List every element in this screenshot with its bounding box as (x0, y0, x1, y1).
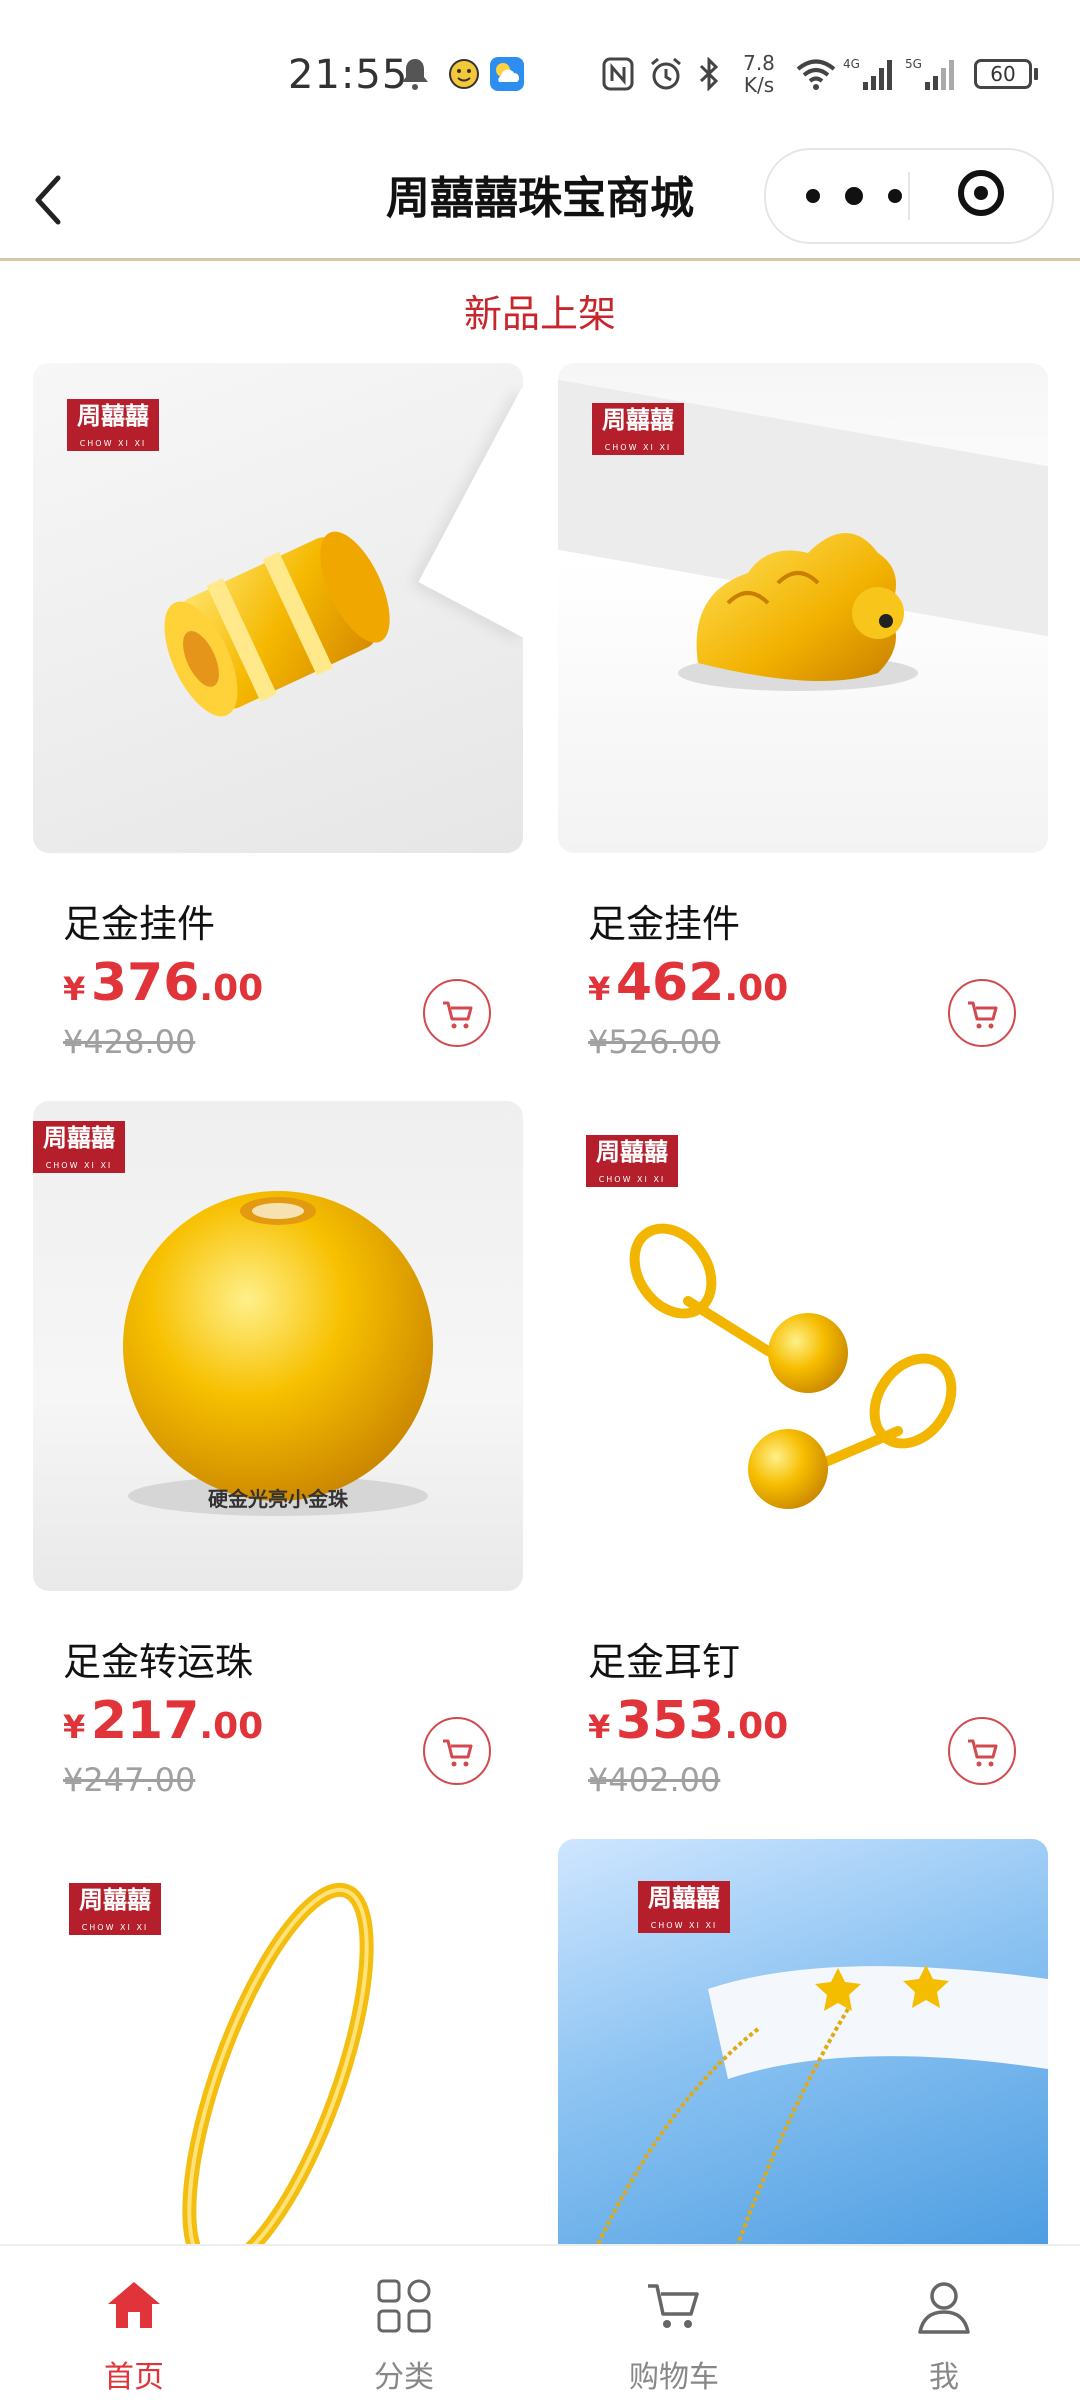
product-name: 足金挂件 (588, 902, 741, 946)
add-to-cart-button[interactable] (423, 1717, 491, 1785)
cart-icon (968, 1739, 998, 1767)
svg-text:4G: 4G (843, 57, 860, 71)
home-icon (104, 2276, 164, 2336)
weather-icon (488, 54, 526, 94)
battery-icon: 60 (972, 54, 1040, 94)
original-price: ¥526.00 (588, 1023, 721, 1061)
network-speed: 7.8 K/s (743, 51, 775, 97)
wifi-icon (794, 54, 838, 94)
product-price: ¥ 217.00 (63, 1691, 264, 1751)
user-icon (914, 2276, 974, 2336)
bluetooth-icon (694, 54, 724, 94)
original-price: ¥428.00 (63, 1023, 196, 1061)
brand-logo: 周囍囍 CHOW XI XI (69, 1883, 161, 1935)
product-card[interactable]: 周囍囍 CHOW XI XI 足金挂件 ¥ 462.00 ¥526.00 (558, 363, 1048, 1063)
section-title: 新品上架 (463, 292, 616, 336)
brand-logo: 周囍囍 CHOW XI XI (638, 1881, 730, 1933)
product-image[interactable]: 周囍囍 CHOW XI XI (558, 1839, 1048, 2244)
brand-logo: 周囍囍 CHOW XI XI (33, 1121, 125, 1173)
image-caption: 硬金光亮小金珠 (208, 1487, 348, 1511)
close-miniapp-button[interactable] (958, 170, 1004, 216)
brand-logo: 周囍囍 CHOW XI XI (67, 399, 159, 451)
svg-text:5G: 5G (905, 57, 922, 71)
gold-star-earrings-image (596, 1965, 1048, 2244)
tab-home[interactable]: 首页 (34, 2246, 234, 2402)
alarm-icon (646, 54, 686, 94)
original-price: ¥247.00 (63, 1761, 196, 1799)
cart-icon (443, 1001, 473, 1029)
cart-icon (968, 1001, 998, 1029)
status-time: 21:55 (288, 52, 409, 98)
product-image[interactable]: 周囍囍 CHOW XI XI (558, 1101, 1048, 1591)
tab-bar: 首页 分类 购物车 我 (0, 2244, 1080, 2402)
product-card[interactable]: 周囍囍 CHOW XI XI (558, 1839, 1048, 2244)
product-card[interactable]: 周囍囍 CHOW XI XI (33, 1839, 523, 2244)
product-price: ¥ 376.00 (63, 953, 264, 1013)
product-price: ¥ 353.00 (588, 1691, 789, 1751)
notification-bell-icon (398, 54, 432, 94)
category-icon (374, 2276, 434, 2336)
tab-me[interactable]: 我 (844, 2246, 1044, 2402)
product-name: 足金挂件 (63, 902, 216, 946)
gold-bead-image (123, 1191, 433, 1516)
tab-label: 首页 (104, 2360, 164, 2395)
product-image[interactable]: 周囍囍 CHOW XI XI (33, 1839, 523, 2244)
tab-cart[interactable]: 购物车 (574, 2246, 774, 2402)
miniapp-capsule (764, 148, 1054, 244)
add-to-cart-button[interactable] (948, 1717, 1016, 1785)
original-price: ¥402.00 (588, 1761, 721, 1799)
more-button[interactable] (806, 176, 902, 216)
emoji-icon (446, 54, 482, 94)
product-name: 足金耳钉 (588, 1640, 741, 1684)
cart-icon (443, 1739, 473, 1767)
add-to-cart-button[interactable] (948, 979, 1016, 1047)
product-image[interactable]: 周囍囍 CHOW XI XI (558, 363, 1048, 853)
capsule-divider (908, 172, 910, 220)
tab-label: 我 (929, 2360, 959, 2395)
product-image[interactable]: 硬金光亮小金珠 周囍囍 CHOW XI XI (33, 1101, 523, 1591)
signal-5g-icon: 5G (904, 54, 956, 94)
product-card[interactable]: 硬金光亮小金珠 周囍囍 CHOW XI XI 足金转运珠 ¥ 217.00 ¥24… (33, 1101, 523, 1801)
product-card[interactable]: 周囍囍 CHOW XI XI 足金挂件 ¥ 376.00 ¥428.00 (33, 363, 523, 1063)
cart-icon (644, 2276, 704, 2336)
tab-label: 分类 (374, 2360, 434, 2395)
product-price: ¥ 462.00 (588, 953, 789, 1013)
product-image[interactable]: 周囍囍 CHOW XI XI (33, 363, 523, 853)
product-card[interactable]: 周囍囍 CHOW XI XI 足金耳钉 ¥ 353.00 ¥402.00 (558, 1101, 1048, 1801)
tab-label: 购物车 (629, 2360, 719, 2395)
brand-logo: 周囍囍 CHOW XI XI (586, 1135, 678, 1187)
status-bar: 21:55 7.8 K/s 4G 5G 60 (0, 0, 1080, 140)
product-name: 足金转运珠 (63, 1640, 254, 1684)
tab-category[interactable]: 分类 (304, 2246, 504, 2402)
nfc-icon (600, 54, 636, 94)
add-to-cart-button[interactable] (423, 979, 491, 1047)
battery-level: 60 (974, 59, 1032, 89)
brand-logo: 周囍囍 CHOW XI XI (592, 403, 684, 455)
signal-4g-icon: 4G (842, 54, 894, 94)
nav-bar: 周囍囍珠宝商城 (0, 140, 1080, 261)
